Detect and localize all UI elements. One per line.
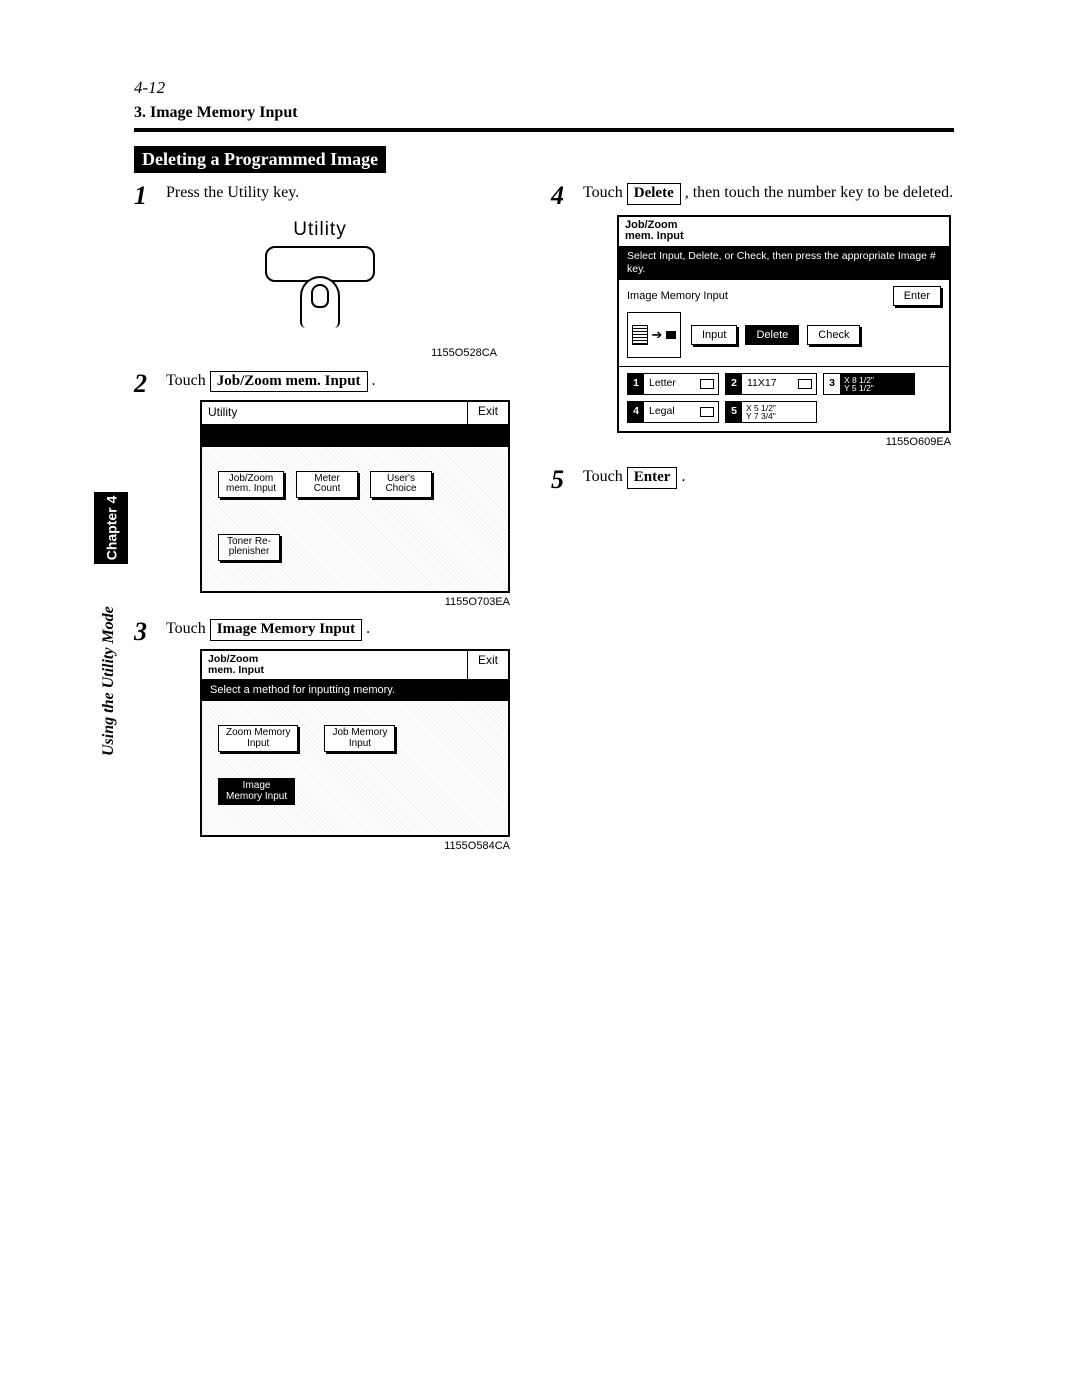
image-memory-screen: Job/Zoom mem. Input Select Input, Delete… — [617, 215, 951, 434]
toner-replenisher-button[interactable]: Toner Re- plenisher — [218, 534, 280, 561]
memory-slot-3[interactable]: 3 X 8 1/2" Y 5 1/2" — [823, 373, 915, 395]
screen-title: Job/Zoom mem. Input — [202, 651, 467, 680]
figure-code: 1155O703EA — [166, 595, 510, 609]
inline-button-delete: Delete — [627, 183, 681, 205]
chapter-tab: Chapter 4 — [94, 492, 128, 564]
delete-button[interactable]: Delete — [745, 325, 799, 345]
step-3: 3 Touch Image Memory Input . Job/Zoom me… — [134, 619, 537, 854]
jobzoom-screen: Job/Zoom mem. Input Exit Select a method… — [200, 649, 510, 838]
step-number: 2 — [134, 371, 154, 609]
screen-title: Job/Zoom mem. Input — [619, 217, 949, 246]
step-text: Touch — [583, 468, 627, 485]
step-text: . — [681, 468, 685, 485]
step-1: 1 Press the Utility key. Utility 1155O52… — [134, 183, 537, 361]
memory-slot-4[interactable]: 4 Legal — [627, 401, 719, 423]
slot-label: X 8 1/2" Y 5 1/2" — [840, 376, 878, 393]
slot-number: 4 — [628, 402, 644, 422]
slot-label: 11X17 — [742, 377, 798, 391]
screen-instruction: Select Input, Delete, or Check, then pre… — [619, 246, 949, 280]
jobzoom-mem-input-button[interactable]: Job/Zoom mem. Input — [218, 471, 284, 498]
figure-code: 1155O609EA — [583, 435, 951, 449]
section-heading: Deleting a Programmed Image — [134, 146, 386, 173]
step-text: Touch — [583, 184, 627, 201]
step-text: Touch — [166, 620, 210, 637]
memory-icon: ➔ — [627, 312, 681, 358]
step-text: . — [372, 372, 376, 389]
slot-number: 3 — [824, 374, 840, 394]
inline-button-image-memory-input: Image Memory Input — [210, 619, 362, 641]
utility-key-figure: Utility — [230, 218, 410, 341]
screen-instruction: Select a method for inputting memory. — [202, 680, 508, 702]
figure-code: 1155O584CA — [166, 839, 510, 853]
slot-label: X 5 1/2" Y 7 3/4" — [742, 404, 780, 421]
memory-slot-2[interactable]: 2 11X17 — [725, 373, 817, 395]
check-button[interactable]: Check — [807, 325, 860, 345]
meter-count-button[interactable]: Meter Count — [296, 471, 358, 498]
step-4: 4 Touch Delete , then touch the number k… — [551, 183, 954, 449]
step-text: . — [366, 620, 370, 637]
job-memory-input-button[interactable]: Job Memory Input — [324, 725, 395, 752]
arrow-icon: ➔ — [652, 327, 663, 344]
users-choice-button[interactable]: User's Choice — [370, 471, 432, 498]
screen-band — [202, 425, 508, 447]
utility-key-label: Utility — [230, 218, 410, 243]
inline-button-enter: Enter — [627, 467, 678, 489]
slot-label: Letter — [644, 377, 700, 391]
breadcrumb: 3. Image Memory Input — [134, 104, 954, 122]
inline-button-jobzoom: Job/Zoom mem. Input — [210, 371, 368, 393]
orientation-icon — [700, 379, 714, 389]
step-2: 2 Touch Job/Zoom mem. Input . Utility Ex… — [134, 371, 537, 609]
orientation-icon — [798, 379, 812, 389]
input-button[interactable]: Input — [691, 325, 737, 345]
image-memory-input-button[interactable]: Image Memory Input — [218, 778, 295, 805]
zoom-memory-input-button[interactable]: Zoom Memory Input — [218, 725, 298, 752]
step-number: 3 — [134, 619, 154, 854]
step-text: Touch — [166, 372, 210, 389]
screen-label: Image Memory Input — [627, 289, 728, 303]
figure-code: 1155O528CA — [166, 346, 497, 360]
step-number: 5 — [551, 467, 571, 493]
slot-number: 5 — [726, 402, 742, 422]
screen-title: Utility — [202, 402, 467, 425]
step-number: 1 — [134, 183, 154, 361]
step-text: , then touch the number key to be delete… — [685, 184, 953, 201]
slot-number: 2 — [726, 374, 742, 394]
slot-label: Legal — [644, 405, 700, 419]
memory-slot-5[interactable]: 5 X 5 1/2" Y 7 3/4" — [725, 401, 817, 423]
step-5: 5 Touch Enter . — [551, 467, 954, 493]
exit-button[interactable]: Exit — [467, 402, 508, 425]
divider — [134, 128, 954, 132]
utility-screen: Utility Exit Job/Zoom mem. Input Meter C… — [200, 400, 510, 593]
memory-slot-1[interactable]: 1 Letter — [627, 373, 719, 395]
page-number: 4-12 — [134, 78, 954, 98]
finger-icon — [300, 276, 340, 340]
enter-button[interactable]: Enter — [893, 286, 941, 306]
orientation-icon — [700, 407, 714, 417]
step-text: Press the Utility key. — [166, 184, 299, 201]
slot-number: 1 — [628, 374, 644, 394]
side-mode-text: Using the Utility Mode — [100, 606, 118, 756]
step-number: 4 — [551, 183, 571, 449]
exit-button[interactable]: Exit — [467, 651, 508, 680]
